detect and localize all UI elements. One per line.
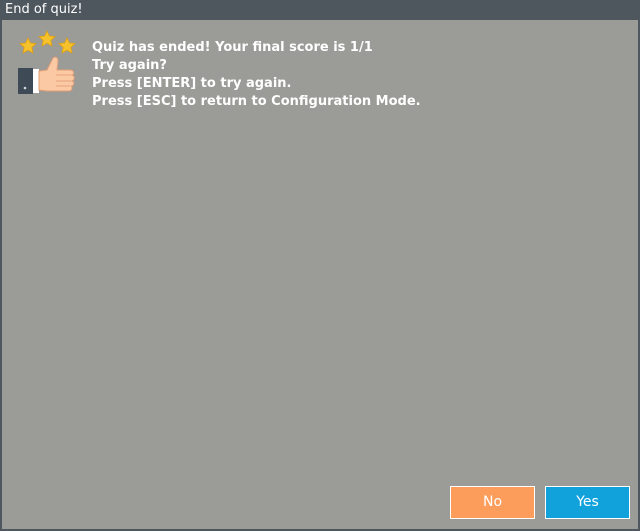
window-title: End of quiz! <box>5 2 83 17</box>
window-titlebar[interactable]: End of quiz! <box>2 0 640 20</box>
try-again-line: Try again? <box>92 58 167 73</box>
quiz-dialog-window: End of quiz! Quiz has ended! Your final … <box>0 0 640 531</box>
enter-instruction-line: Press [ENTER] to try again. <box>92 76 292 91</box>
star-left-icon <box>19 37 37 54</box>
quiz-result-message: Quiz has ended! Your final score is 1/1 … <box>92 39 421 111</box>
yes-button[interactable]: Yes <box>545 486 630 519</box>
esc-instruction-line: Press [ESC] to return to Configuration M… <box>92 94 421 109</box>
star-middle-icon <box>38 30 56 47</box>
score-line: Quiz has ended! Your final score is 1/1 <box>92 40 373 55</box>
thumbs-up-stars-icon <box>16 30 78 98</box>
star-right-icon <box>58 37 76 54</box>
no-button[interactable]: No <box>450 486 535 519</box>
